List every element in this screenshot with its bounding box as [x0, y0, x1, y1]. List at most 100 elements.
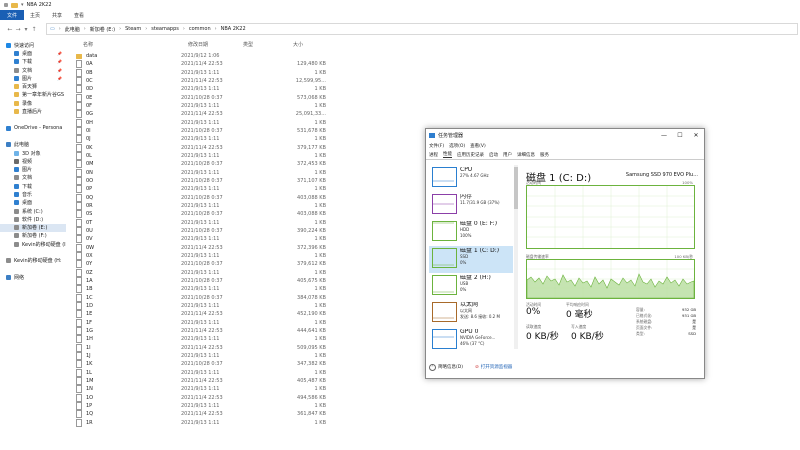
fewer-details-button[interactable]: ⌃ 简略信息(D) [429, 363, 463, 371]
file-row[interactable]: 0I 2021/10/28 0:37 531,678 KB [76, 127, 336, 136]
sidebar-item[interactable]: 直播后片 [0, 107, 66, 115]
address-bar[interactable]: ▭ › 此电脑 › 新加卷 (E:) › Steam › steamapps ›… [46, 23, 798, 35]
minimize-button[interactable]: — [656, 132, 672, 139]
sidebar-item[interactable]: 图片 [0, 165, 66, 173]
file-row[interactable]: 0H 2021/9/13 1:11 1 KB [76, 118, 336, 127]
performance-item[interactable]: 内存 11.7/31.9 GB (37%) [429, 192, 513, 219]
tab-6[interactable]: 服务 [540, 152, 549, 158]
recent-dropdown-icon[interactable]: ▾ [22, 26, 30, 33]
file-row[interactable]: 1K 2021/10/28 0:37 347,382 KB [76, 360, 336, 369]
file-row[interactable]: 1G 2021/11/4 22:53 444,641 KB [76, 326, 336, 335]
sidebar-item[interactable]: OneDrive - Persona [0, 124, 66, 132]
tab-4[interactable]: 用户 [503, 152, 512, 158]
sidebar-item[interactable]: 百天狮 [0, 82, 66, 90]
file-row[interactable]: 0Q 2021/10/28 0:37 403,088 KB [76, 193, 336, 202]
file-row[interactable]: 0M 2021/10/28 0:37 372,453 KB [76, 160, 336, 169]
file-row[interactable]: 1D 2021/9/13 1:11 1 KB [76, 302, 336, 310]
file-row[interactable]: 0L 2021/9/13 1:11 1 KB [76, 152, 336, 161]
sidebar-item[interactable]: 新加卷 (E:) [0, 223, 66, 232]
sidebar-item[interactable]: Kevin的移动硬盘 (H: [0, 257, 66, 265]
performance-item[interactable]: 磁盘 0 (E: F:) HDD 100% [429, 219, 513, 246]
file-row[interactable]: 0X 2021/9/13 1:11 1 KB [76, 252, 336, 261]
file-row[interactable]: 1H 2021/9/13 1:11 1 KB [76, 335, 336, 344]
menu-file[interactable]: 文件(F) [429, 143, 444, 149]
tab-view[interactable]: 查看 [68, 10, 90, 20]
breadcrumb-item[interactable]: 新加卷 (E:) [87, 26, 118, 33]
file-row[interactable]: 0Z 2021/9/13 1:11 1 KB [76, 268, 336, 277]
scrollbar-thumb[interactable] [514, 167, 518, 209]
tab-1[interactable]: 性能 [443, 151, 452, 158]
file-row[interactable]: 0N 2021/9/13 1:11 1 KB [76, 168, 336, 177]
file-row[interactable]: 0K 2021/11/4 22:53 379,177 KB [76, 143, 336, 152]
file-row[interactable]: 0W 2021/11/4 22:53 372,396 KB [76, 243, 336, 252]
quick-access-icon[interactable] [4, 3, 8, 7]
sidebar-item[interactable]: 桌面 📌 [0, 49, 66, 57]
file-row[interactable]: data 2021/9/12 1:06 [76, 52, 336, 60]
tab-home[interactable]: 主页 [24, 10, 46, 20]
column-type-header[interactable]: 类型 [243, 41, 293, 49]
breadcrumb-item[interactable]: steamapps [148, 26, 182, 32]
menu-view[interactable]: 查看(V) [470, 143, 486, 149]
file-row[interactable]: 0O 2021/10/28 0:37 371,107 KB [76, 177, 336, 186]
file-row[interactable]: 1P 2021/9/13 1:11 1 KB [76, 401, 336, 410]
down-arrow-icon[interactable]: ▾ [21, 2, 24, 8]
file-row[interactable]: 1I 2021/11/4 22:53 509,095 KB [76, 343, 336, 352]
sidebar-item[interactable]: 软件 (D:) [0, 215, 66, 223]
up-arrow-icon[interactable]: ↑ [30, 26, 38, 33]
file-row[interactable]: 0V 2021/9/13 1:11 1 KB [76, 235, 336, 244]
sidebar-item[interactable]: 视频 [0, 157, 66, 165]
file-row[interactable]: 0C 2021/11/4 22:53 12,599,95... [76, 77, 336, 86]
sidebar-item[interactable]: 网络 [0, 273, 66, 281]
sidebar-item[interactable]: 图片 📌 [0, 74, 66, 82]
sidebar-item[interactable]: 文档 [0, 174, 66, 182]
sidebar-item[interactable]: 3D 对象 [0, 149, 66, 157]
maximize-button[interactable]: ☐ [672, 132, 688, 139]
sidebar-item[interactable]: 录像 [0, 99, 66, 107]
file-row[interactable]: 0E 2021/10/28 0:37 573,068 KB [76, 93, 336, 102]
tab-2[interactable]: 应用历史记录 [457, 152, 484, 158]
tab-0[interactable]: 进程 [429, 152, 438, 158]
file-row[interactable]: 0U 2021/10/28 0:37 390,224 KB [76, 227, 336, 236]
sidebar-item[interactable]: 此电脑 [0, 141, 66, 149]
file-row[interactable]: 1R 2021/9/13 1:11 1 KB [76, 418, 336, 427]
close-button[interactable]: ✕ [688, 132, 704, 139]
file-row[interactable]: 0J 2021/9/13 1:11 1 KB [76, 135, 336, 144]
file-row[interactable]: 1Q 2021/11/4 22:53 361,847 KB [76, 410, 336, 419]
file-row[interactable]: 0B 2021/9/13 1:11 1 KB [76, 68, 336, 77]
sidebar-item[interactable]: Kevin的移动硬盘 (I [0, 240, 66, 248]
column-size-header[interactable]: 大小 [293, 41, 333, 49]
sidebar-item[interactable]: 音乐 [0, 190, 66, 198]
file-row[interactable]: 1L 2021/9/13 1:11 1 KB [76, 368, 336, 377]
tab-3[interactable]: 启动 [489, 152, 498, 158]
file-row[interactable]: 1C 2021/10/28 0:37 384,078 KB [76, 293, 336, 302]
forward-arrow-icon[interactable]: → [14, 26, 22, 33]
file-row[interactable]: 0R 2021/9/13 1:11 1 KB [76, 202, 336, 211]
sidebar-item[interactable]: 新加卷 (F:) [0, 232, 66, 240]
file-row[interactable]: 1J 2021/9/13 1:11 1 KB [76, 351, 336, 360]
tab-5[interactable]: 详细信息 [517, 152, 535, 158]
breadcrumb-item[interactable]: common [186, 26, 214, 32]
file-row[interactable]: 0F 2021/9/13 1:11 1 KB [76, 102, 336, 111]
file-row[interactable]: 1F 2021/9/13 1:11 1 KB [76, 318, 336, 327]
breadcrumb-item[interactable]: NBA 2K22 [218, 26, 249, 32]
breadcrumb-item[interactable]: Steam [122, 26, 144, 32]
sidebar-item[interactable]: 快速访问 [0, 41, 66, 49]
tab-file[interactable]: 文件 [0, 10, 25, 20]
performance-item[interactable]: 磁盘 2 (H:) USB 0% [429, 273, 513, 300]
file-row[interactable]: 1N 2021/9/13 1:11 1 KB [76, 385, 336, 394]
file-row[interactable]: 0T 2021/9/13 1:11 1 KB [76, 218, 336, 227]
file-row[interactable]: 0S 2021/10/28 0:37 403,088 KB [76, 210, 336, 219]
performance-item[interactable]: CPU 27% 4.67 GHz [429, 165, 513, 192]
file-row[interactable]: 0A 2021/11/4 22:53 129,480 KB [76, 60, 336, 69]
performance-item[interactable]: GPU 0 NVIDIA GeForce... 46% (37 °C) [429, 327, 513, 354]
performance-list-scrollbar[interactable] [514, 165, 518, 349]
breadcrumb-item[interactable]: 此电脑 [62, 26, 83, 33]
sidebar-item[interactable]: 下载 📌 [0, 58, 66, 66]
sidebar-item[interactable]: 文档 📌 [0, 66, 66, 74]
file-row[interactable]: 0P 2021/9/13 1:11 1 KB [76, 185, 336, 194]
tab-share[interactable]: 共享 [46, 10, 68, 20]
file-row[interactable]: 0Y 2021/10/28 0:37 379,612 KB [76, 260, 336, 269]
file-row[interactable]: 1A 2021/10/28 0:37 405,675 KB [76, 277, 336, 286]
resource-monitor-link[interactable]: ⊘ 打开资源监视器 [475, 364, 512, 371]
column-name-header[interactable]: 名称 [76, 41, 188, 49]
